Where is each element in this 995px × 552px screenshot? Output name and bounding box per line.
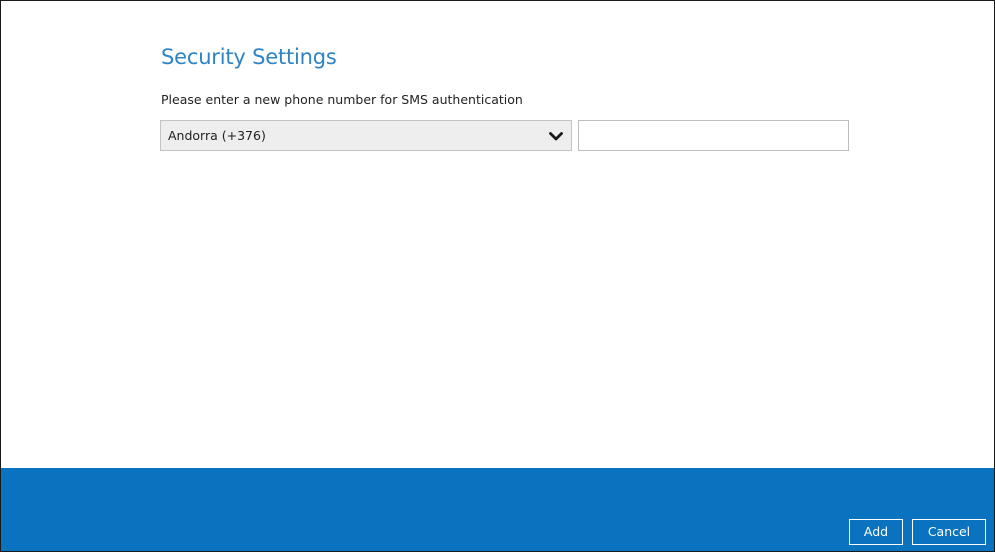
- instruction-text: Please enter a new phone number for SMS …: [161, 92, 523, 107]
- cancel-button[interactable]: Cancel: [912, 519, 986, 545]
- dialog-content: Security Settings Please enter a new pho…: [1, 1, 994, 468]
- dialog-footer: Add Cancel: [1, 468, 994, 551]
- security-settings-window: Security Settings Please enter a new pho…: [0, 0, 995, 552]
- country-code-select[interactable]: Andorra (+376): [160, 120, 572, 151]
- phone-number-input[interactable]: [578, 120, 849, 151]
- page-title: Security Settings: [161, 45, 337, 69]
- add-button[interactable]: Add: [849, 519, 903, 545]
- country-code-select-value: Andorra (+376): [168, 128, 266, 143]
- chevron-down-icon: [549, 132, 563, 141]
